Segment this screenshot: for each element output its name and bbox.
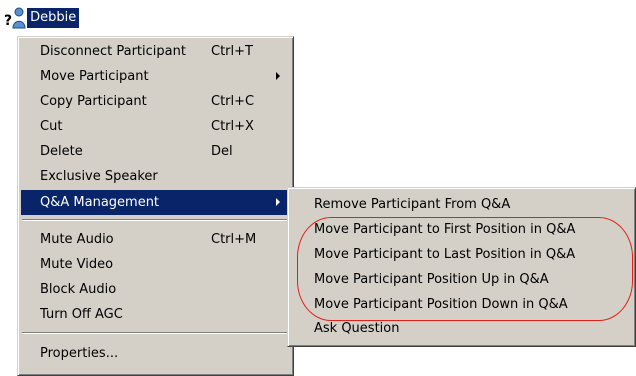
submenu-item-label: Move Participant to First Position in Q&… [314,221,576,237]
participant-context-menu: Disconnect Participant Ctrl+T Move Parti… [17,36,294,376]
menu-item-shortcut: Ctrl+T [211,44,253,59]
submenu-item-remove-from-qa[interactable]: Remove Participant From Q&A [291,193,632,215]
submenu-item-ask-question[interactable]: Ask Question [291,317,632,339]
menu-item-shortcut: Ctrl+C [211,94,255,109]
submenu-item-move-up[interactable]: Move Participant Position Up in Q&A [291,268,632,290]
menu-item-cut[interactable]: Cut Ctrl+X [21,114,290,139]
menu-item-label: Turn Off AGC [40,307,123,322]
menu-item-label: Move Participant [40,69,149,84]
menu-item-mute-audio[interactable]: Mute Audio Ctrl+M [21,227,290,252]
menu-item-label: Cut [40,119,63,134]
submenu-item-move-last[interactable]: Move Participant to Last Position in Q&A [291,243,632,265]
menu-item-mute-video[interactable]: Mute Video [21,252,290,277]
submenu-item-move-first[interactable]: Move Participant to First Position in Q&… [291,218,632,240]
qa-management-submenu: Remove Participant From Q&A Move Partici… [287,187,636,347]
menu-item-label: Copy Participant [40,94,147,109]
participant-entry[interactable]: ? Debbie [4,6,80,30]
participant-name[interactable]: Debbie [27,8,80,28]
menu-separator [22,332,289,334]
submenu-item-label: Move Participant Position Up in Q&A [314,271,549,287]
submenu-item-label: Move Participant Position Down in Q&A [314,296,568,312]
menu-separator [22,219,289,221]
submenu-item-move-down[interactable]: Move Participant Position Down in Q&A [291,293,632,315]
menu-item-properties[interactable]: Properties... [21,341,290,366]
menu-item-label: Exclusive Speaker [40,169,158,184]
menu-item-shortcut: Ctrl+X [211,119,254,134]
submenu-item-label: Move Participant to Last Position in Q&A [314,246,576,262]
menu-item-disconnect-participant[interactable]: Disconnect Participant Ctrl+T [21,39,290,64]
submenu-item-label: Ask Question [314,320,400,336]
question-mark-icon: ? [4,13,13,29]
menu-item-shortcut: Ctrl+M [211,232,257,247]
menu-item-label: Disconnect Participant [40,44,186,59]
menu-item-turn-off-agc[interactable]: Turn Off AGC [21,302,290,327]
menu-item-label: Block Audio [40,282,117,297]
person-icon [12,7,26,29]
menu-item-copy-participant[interactable]: Copy Participant Ctrl+C [21,89,290,114]
menu-item-move-participant[interactable]: Move Participant [21,64,290,89]
submenu-arrow-icon [276,72,280,80]
menu-item-label: Mute Video [40,257,114,272]
menu-item-block-audio[interactable]: Block Audio [21,277,290,302]
menu-item-label: Q&A Management [40,195,160,210]
menu-item-shortcut: Del [211,144,233,159]
menu-item-qa-management[interactable]: Q&A Management [21,190,290,215]
menu-item-exclusive-speaker[interactable]: Exclusive Speaker [21,164,290,189]
submenu-item-label: Remove Participant From Q&A [314,196,511,212]
menu-item-label: Delete [40,144,83,159]
menu-item-label: Properties... [40,346,119,361]
submenu-arrow-icon [276,198,280,206]
menu-item-delete[interactable]: Delete Del [21,139,290,164]
menu-item-label: Mute Audio [40,232,114,247]
